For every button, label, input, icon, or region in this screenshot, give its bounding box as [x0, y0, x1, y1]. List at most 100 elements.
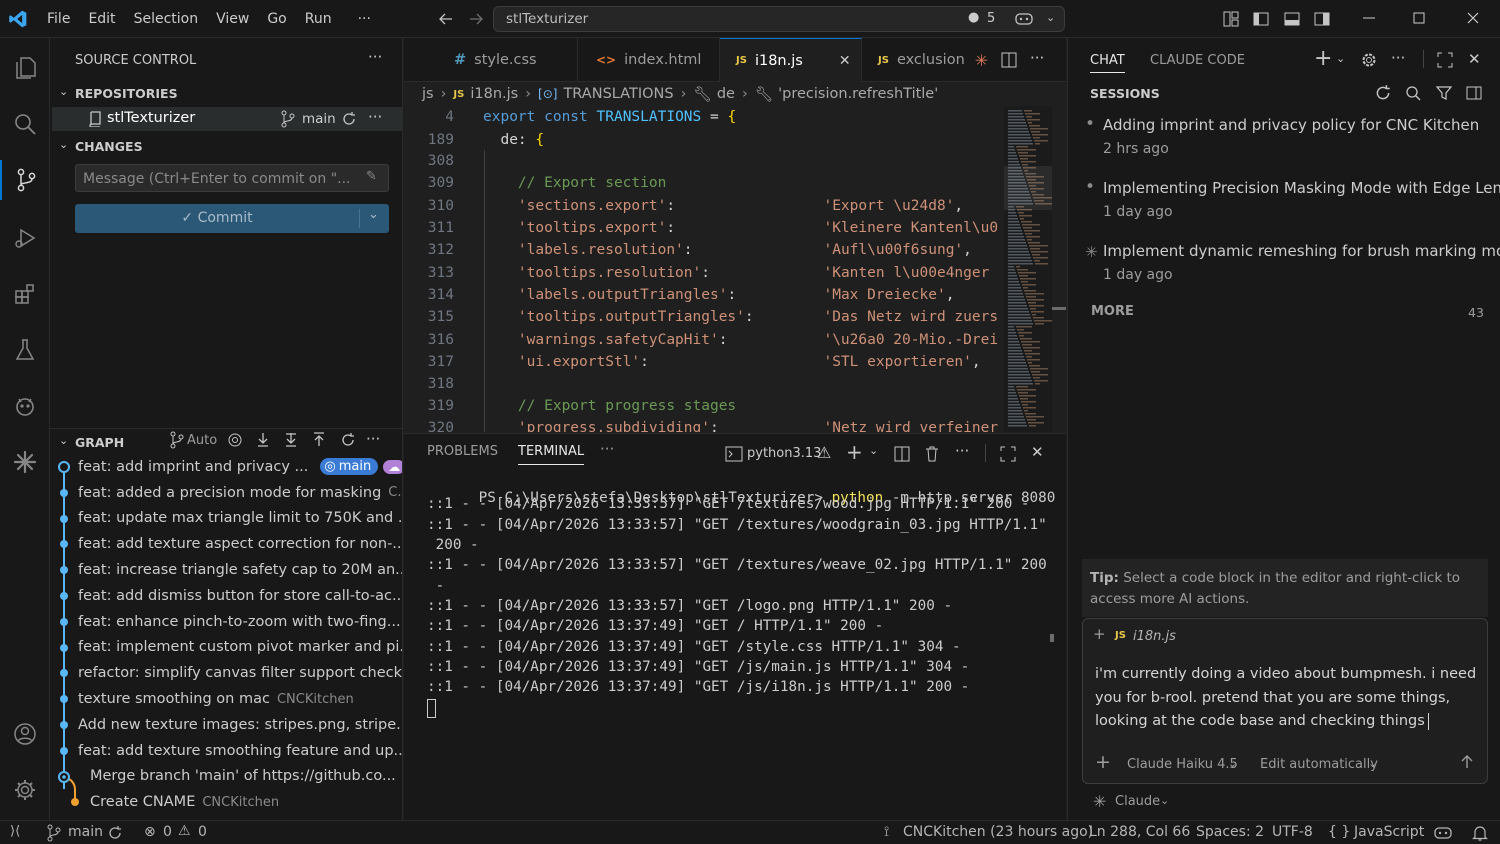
graph-commit-row[interactable]: feat: enhance pinch-to-zoom with two-fin… [50, 608, 402, 635]
chevron-down-icon[interactable]: ⌄ [59, 85, 68, 98]
copilot-icon[interactable] [1014, 10, 1034, 28]
chevron-down-icon[interactable]: ⌄ [1228, 757, 1237, 770]
graph-commit-row[interactable]: Add new texture images: stripes.png, str… [50, 712, 402, 738]
more-actions-icon[interactable]: ··· [368, 48, 382, 66]
commit-dropdown-icon[interactable]: ⌄ [368, 207, 379, 222]
chat-settings-icon[interactable] [1360, 51, 1378, 69]
chevron-down-icon[interactable]: ⌄ [1368, 757, 1377, 770]
extensions-icon[interactable] [0, 274, 50, 314]
chevron-down-icon[interactable]: ⌄ [59, 434, 68, 447]
testing-flask-icon[interactable] [0, 330, 50, 370]
graph-header[interactable]: GRAPH [75, 435, 124, 450]
close-chat-icon[interactable]: ✕ [1468, 50, 1481, 68]
attach-icon[interactable]: + [1095, 751, 1111, 773]
warning-count[interactable]: 0 [198, 824, 207, 840]
account-icon[interactable] [0, 714, 50, 754]
command-center[interactable]: stlTexturizer ● 5 ⌄ [493, 6, 1065, 32]
tab-claude-code[interactable]: CLAUDE CODE [1150, 53, 1245, 68]
menu-item-file[interactable]: File [38, 0, 79, 38]
editor-more-icon[interactable]: ··· [1030, 49, 1044, 67]
terminal-output[interactable]: PS C:\Users\stefa\Desktop\stlTexturizer>… [404, 434, 1055, 821]
menu-item-edit[interactable]: Edit [79, 0, 124, 38]
graph-commit-row[interactable]: texture smoothing on mac CNCKitchen [50, 686, 402, 712]
tab-index-html[interactable]: <> index.html [578, 38, 720, 82]
breadcrumb-property[interactable]: 'precision.refreshTitle' [778, 86, 938, 102]
branch-badge[interactable]: ◎ main [320, 458, 379, 476]
repositories-header[interactable]: REPOSITORIES [75, 86, 178, 101]
back-arrow-icon[interactable] [436, 9, 456, 29]
graph-commit-row[interactable]: refactor: simplify canvas filter support… [50, 660, 402, 687]
graph-auto-label[interactable]: Auto [187, 433, 217, 448]
git-blame[interactable]: CNCKitchen (23 hours ago) [903, 824, 1093, 840]
push-icon[interactable] [311, 432, 327, 448]
copilot-status-icon[interactable] [1433, 824, 1453, 842]
pull-icon[interactable] [283, 432, 299, 448]
tab-chat[interactable]: CHAT [1090, 53, 1125, 73]
chat-input-box[interactable]: + JS i18n.js i'm currently doing a video… [1082, 618, 1488, 784]
chevron-down-icon[interactable]: ⌄ [1336, 52, 1345, 65]
maximize-icon[interactable] [1412, 11, 1426, 25]
graph-commit-row[interactable]: feat: add imprint and privacy ... ◎ main ☁ [50, 454, 402, 480]
search-icon[interactable] [0, 104, 50, 144]
sync-icon[interactable] [341, 111, 357, 127]
graph-commit-row[interactable]: Create CNAME CNCKitchen [50, 789, 402, 815]
menu-item-view[interactable]: View [207, 0, 258, 38]
filter-icon[interactable] [1435, 84, 1453, 102]
menu-item-run[interactable]: Run [296, 0, 341, 38]
tab-exclusion[interactable]: JS exclusion ✳ [862, 38, 990, 82]
sync-icon[interactable] [107, 825, 123, 841]
session-title[interactable]: Implement dynamic remeshing for brush ma… [1103, 242, 1500, 260]
bell-icon[interactable] [1472, 824, 1488, 842]
maximize-chat-icon[interactable] [1436, 51, 1454, 69]
target-icon[interactable] [227, 432, 243, 448]
more-sessions-label[interactable]: MORE [1091, 304, 1134, 319]
commit-button[interactable]: ✓ Commit ⌄ [75, 204, 389, 233]
warning-icon[interactable]: ⚠ [178, 823, 191, 839]
add-context-icon[interactable]: + [1093, 625, 1106, 643]
sparkle-icon[interactable]: ✎ [366, 169, 377, 184]
breadcrumb-folder[interactable]: js [422, 86, 434, 102]
error-count[interactable]: 0 [163, 824, 172, 840]
repository-row[interactable]: stlTexturizer main ··· [52, 107, 402, 131]
tab-i18n-js[interactable]: JS i18n.js ✕ [720, 38, 862, 82]
encoding[interactable]: UTF-8 [1272, 824, 1313, 840]
breadcrumb-symbol[interactable]: TRANSLATIONS [563, 86, 673, 102]
graph-commit-row[interactable]: feat: update max triangle limit to 750K … [50, 505, 402, 532]
graph-commit-row[interactable]: feat: increase triangle safety cap to 20… [50, 557, 402, 583]
chat-input-text[interactable]: i'm currently doing a video about bumpme… [1095, 663, 1479, 734]
new-chat-icon[interactable]: + [1314, 46, 1332, 71]
cursor-position[interactable]: Ln 288, Col 66 [1089, 824, 1190, 840]
graph-commit-row[interactable]: Merge branch 'main' of https://github.co… [50, 763, 402, 790]
menu-item-more[interactable]: ··· [349, 0, 380, 38]
claude-icon[interactable] [0, 442, 50, 482]
minimap[interactable] [1004, 106, 1052, 432]
graph-commit-row[interactable]: feat: add texture aspect correction for … [50, 531, 402, 558]
model-picker[interactable]: Claude Haiku 4.5 [1127, 757, 1238, 772]
repo-branch[interactable]: main [302, 111, 336, 127]
graph-more-icon[interactable]: ··· [366, 430, 380, 448]
split-editor-icon[interactable] [1000, 51, 1018, 69]
commit-message-input[interactable]: Message (Ctrl+Enter to commit on "... ✎ [75, 164, 389, 192]
breadcrumb-file[interactable]: i18n.js [470, 86, 518, 102]
send-arrow-icon[interactable] [1459, 754, 1475, 770]
graph-commit-row[interactable]: feat: implement custom pivot marker and … [50, 634, 402, 661]
minimize-icon[interactable] [1362, 11, 1376, 25]
toggle-secondary-sidebar-icon[interactable] [1313, 10, 1331, 28]
indentation[interactable]: Spaces: 2 [1196, 824, 1264, 840]
toggle-panel-icon[interactable] [1283, 10, 1301, 28]
session-title[interactable]: Adding imprint and privacy policy for CN… [1103, 116, 1479, 134]
refresh-icon[interactable] [1374, 84, 1392, 102]
source-control-icon[interactable] [0, 160, 50, 200]
changes-header[interactable]: CHANGES [75, 139, 143, 154]
repo-more-icon[interactable]: ··· [368, 108, 382, 126]
graph-commit-row[interactable]: feat: add dismiss button for store call-… [50, 583, 402, 609]
breadcrumb-key[interactable]: de [717, 86, 735, 102]
language-mode[interactable]: JavaScript [1354, 824, 1424, 840]
toggle-primary-sidebar-icon[interactable] [1252, 10, 1270, 28]
context-file-chip[interactable]: i18n.js [1133, 629, 1176, 644]
agent-picker[interactable]: Claude [1115, 794, 1160, 809]
remote-icon[interactable]: ⟩⟨ [10, 824, 20, 839]
forward-arrow-icon[interactable] [466, 9, 486, 29]
copilot-agent-icon[interactable] [0, 386, 50, 426]
run-debug-icon[interactable] [0, 218, 50, 258]
